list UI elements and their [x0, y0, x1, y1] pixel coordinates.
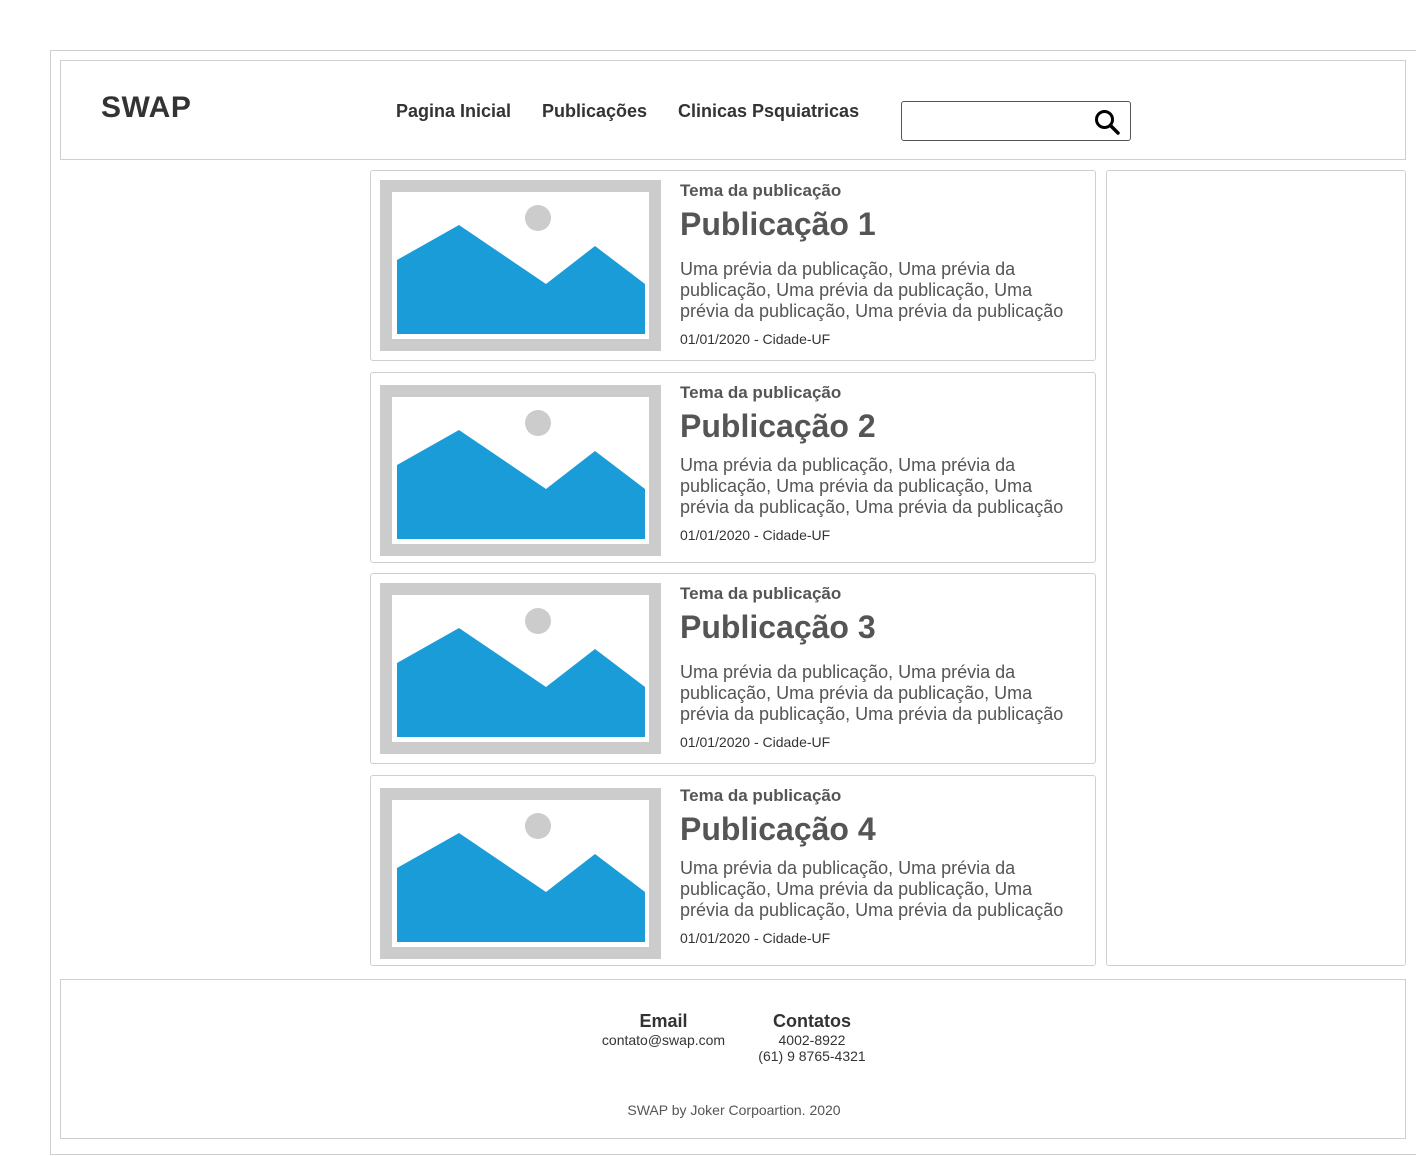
image-placeholder-icon: [380, 788, 661, 959]
footer-contacts-column: Contatos 4002-8922 (61) 9 8765-4321: [751, 1010, 873, 1064]
post-meta: 01/01/2020 - Cidade-UF: [680, 331, 831, 347]
post-preview: Uma prévia da publicação, Uma prévia da …: [680, 455, 1064, 517]
post-meta: 01/01/2020 - Cidade-UF: [680, 930, 831, 946]
footer-copyright: SWAP by Joker Corpoartion. 2020: [627, 1102, 841, 1118]
post-card[interactable]: Tema da publicação Publicação 3 Uma prév…: [370, 573, 1096, 764]
footer-phone: (61) 9 8765-4321: [758, 1048, 866, 1064]
search-icon[interactable]: [1094, 109, 1120, 135]
footer-email-column: Email contato@swap.com: [591, 1010, 736, 1048]
footer-email-heading: Email: [639, 1011, 688, 1031]
post-topic: Tema da publicação: [680, 786, 842, 805]
nav-link-publications[interactable]: Publicações: [542, 101, 647, 122]
search-input[interactable]: [908, 108, 1092, 136]
post-topic: Tema da publicação: [680, 383, 842, 402]
post-meta: 01/01/2020 - Cidade-UF: [680, 734, 831, 750]
post-topic: Tema da publicação: [680, 181, 842, 200]
site-header: SWAP Pagina Inicial Publicações Clinicas…: [60, 60, 1406, 160]
post-title[interactable]: Publicação 2: [680, 408, 876, 445]
sidebar-panel: [1106, 170, 1406, 966]
footer-phone: 4002-8922: [778, 1032, 846, 1048]
post-title[interactable]: Publicação 1: [680, 206, 876, 243]
footer-contacts-heading: Contatos: [773, 1011, 851, 1031]
site-logo[interactable]: SWAP: [101, 91, 191, 125]
image-placeholder-icon: [380, 385, 661, 556]
site-footer: Email contato@swap.com Contatos 4002-892…: [60, 979, 1406, 1139]
post-card[interactable]: Tema da publicação Publicação 4 Uma prév…: [370, 775, 1096, 966]
post-topic: Tema da publicação: [680, 584, 842, 603]
search-box: [901, 101, 1131, 141]
post-preview: Uma prévia da publicação, Uma prévia da …: [680, 662, 1064, 724]
image-placeholder-icon: [380, 583, 661, 754]
post-card[interactable]: Tema da publicação Publicação 1 Uma prév…: [370, 170, 1096, 361]
post-preview: Uma prévia da publicação, Uma prévia da …: [680, 259, 1064, 321]
footer-email[interactable]: contato@swap.com: [591, 1032, 736, 1048]
image-placeholder-icon: [380, 180, 661, 351]
post-preview: Uma prévia da publicação, Uma prévia da …: [680, 858, 1064, 920]
post-meta: 01/01/2020 - Cidade-UF: [680, 527, 831, 543]
post-card[interactable]: Tema da publicação Publicação 2 Uma prév…: [370, 372, 1096, 563]
nav-link-clinics[interactable]: Clinicas Psquiatricas: [678, 101, 859, 122]
post-title[interactable]: Publicação 4: [680, 811, 876, 848]
nav-link-home[interactable]: Pagina Inicial: [396, 101, 511, 122]
post-title[interactable]: Publicação 3: [680, 609, 876, 646]
